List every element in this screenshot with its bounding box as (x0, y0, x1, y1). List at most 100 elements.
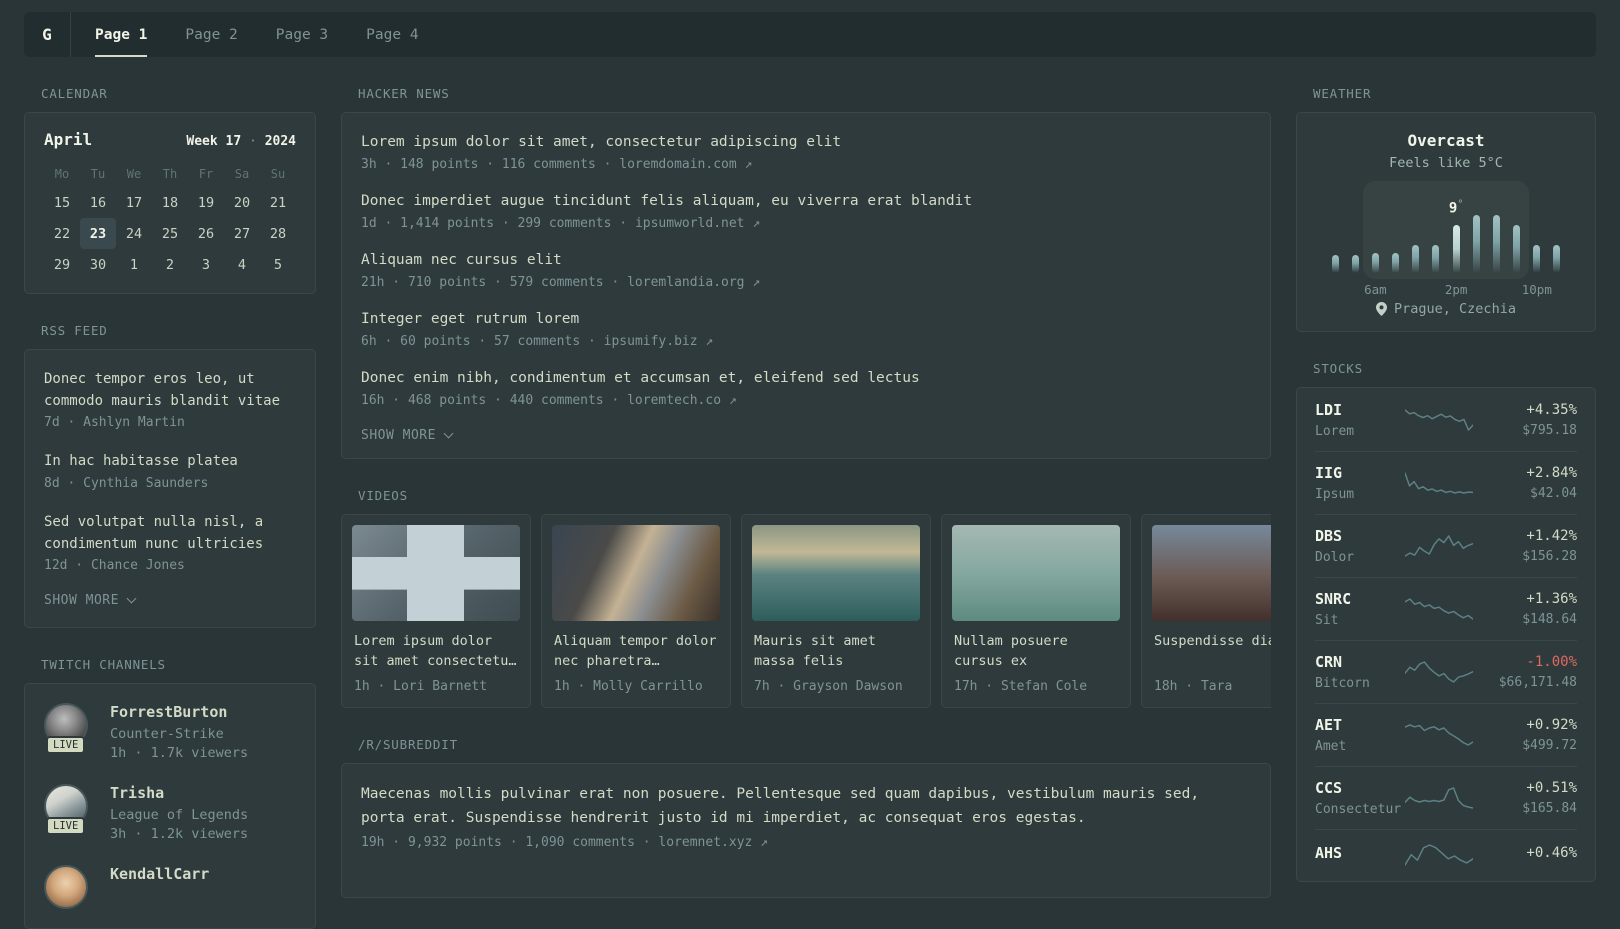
page-tab-label: Page 2 (185, 26, 238, 43)
external-link-arrow-icon: ↗ (744, 157, 753, 173)
rss-widget: RSS FEED Donec tempor eros leo, ut commo… (24, 323, 316, 629)
video-title-link[interactable]: Nullam posuere cursus ex (954, 631, 1118, 672)
stock-row[interactable]: CCS Consectetur +0.51% $165.84 (1315, 766, 1577, 829)
stock-row[interactable]: SNRC Sit +1.36% $148.64 (1315, 577, 1577, 640)
hackernews-item-domain-link[interactable]: loremdomain.com (619, 157, 736, 172)
video-card[interactable]: Nullam posuere cursus ex 17h · Stefan Co… (941, 514, 1131, 709)
hackernews-item-domain-link[interactable]: loremtech.co (627, 393, 721, 408)
video-thumbnail[interactable] (952, 525, 1120, 622)
calendar-day: 5 (273, 256, 283, 273)
video-thumbnail[interactable] (1152, 525, 1271, 622)
page-tab-label: Page 1 (95, 26, 148, 43)
video-card[interactable]: Lorem ipsum dolor sit amet consectetu… 1… (341, 514, 531, 709)
video-title-link[interactable]: Lorem ipsum dolor sit amet consectetu… (354, 631, 518, 672)
stock-change-percent: +0.92% (1526, 717, 1577, 733)
weather-hour-label: 6am (1364, 282, 1387, 297)
page-tab[interactable]: Page 3 (276, 12, 328, 57)
video-thumbnail[interactable] (352, 525, 520, 622)
stock-id: CRN Bitcorn (1315, 653, 1405, 691)
video-thumbnail[interactable] (552, 525, 720, 622)
stock-id: DBS Dolor (1315, 527, 1405, 565)
calendar-day: 25 (161, 225, 179, 242)
twitch-channel-name[interactable]: Trisha (110, 784, 248, 802)
external-link-arrow-icon: ↗ (752, 216, 761, 232)
app-logo[interactable]: G (24, 12, 71, 57)
calendar-weekday: Tu (90, 167, 106, 181)
page-tab[interactable]: Page 2 (185, 12, 237, 57)
twitch-channel-row[interactable]: LIVE KendallCarr (44, 865, 296, 910)
video-title-link[interactable]: Mauris sit amet massa felis (754, 631, 918, 672)
subreddit-post-meta: 19h · 9,932 points · 1,090 comments · lo… (361, 835, 1251, 850)
calendar-weekday: Su (270, 167, 286, 181)
video-card[interactable]: Aliquam tempor dolor nec pharetra… 1h · … (541, 514, 731, 709)
video-card[interactable]: Suspendisse diam 18h · Tara (1141, 514, 1271, 709)
video-title-link[interactable]: Aliquam tempor dolor nec pharetra… (554, 631, 718, 672)
rss-item-title-link[interactable]: Donec tempor eros leo, ut commodo mauris… (44, 369, 296, 412)
hackernews-item-title-link[interactable]: Lorem ipsum dolor sit amet, consectetur … (361, 132, 1251, 153)
stock-row[interactable]: IIG Ipsum +2.84% $42.04 (1315, 451, 1577, 514)
stock-price: $499.72 (1522, 738, 1577, 753)
external-link-arrow-icon: ↗ (705, 334, 714, 350)
hackernews-item-domain-link[interactable]: ipsumify.biz (604, 334, 698, 349)
chevron-down-icon (126, 593, 137, 604)
avatar (44, 865, 88, 910)
calendar-day: 17 (125, 194, 143, 211)
stock-row[interactable]: CRN Bitcorn -1.00% $66,171.48 (1315, 640, 1577, 703)
twitch-channel-category[interactable]: Counter-Strike (110, 726, 248, 742)
video-thumbnail[interactable] (752, 525, 920, 622)
twitch-channel-row[interactable]: LIVE Trisha League of Legends 3h · 1.2k … (44, 784, 296, 842)
twitch-channel-name[interactable]: ForrestBurton (110, 703, 248, 721)
twitch-channel-category[interactable]: League of Legends (110, 807, 248, 823)
weather-temp-bar (1513, 225, 1521, 273)
weather-temp-bar (1472, 215, 1480, 273)
twitch-channel-info: Trisha League of Legends 3h · 1.2k viewe… (110, 784, 248, 842)
weather-temp-bar (1412, 245, 1420, 273)
rss-item-meta: 8d · Cynthia Saunders (44, 476, 209, 492)
stock-sparkline-chart (1404, 722, 1474, 748)
weather-hour-cell: 9° (1406, 213, 1426, 273)
twitch-channel-name[interactable]: KendallCarr (110, 865, 209, 883)
stock-id: SNRC Sit (1315, 590, 1405, 628)
rss-show-more-button[interactable]: SHOW MORE (44, 593, 296, 608)
subreddit-post-domain-link[interactable]: loremnet.xyz (658, 835, 752, 850)
hackernews-item-domain-link[interactable]: ipsumworld.net (635, 216, 745, 231)
weather-temp-bar (1371, 253, 1379, 273)
video-card[interactable]: Mauris sit amet massa felis 7h · Grayson… (741, 514, 931, 709)
calendar-day: 22 (53, 225, 71, 242)
weather-hour-cell: 9° 10pm (1522, 213, 1552, 297)
calendar-day: 20 (233, 194, 251, 211)
hackernews-item-title-link[interactable]: Integer eget rutrum lorem (361, 309, 1251, 330)
stock-values: +1.36% $148.64 (1473, 591, 1577, 627)
weather-temp-bar (1432, 245, 1440, 273)
stock-row[interactable]: LDI Lorem +4.35% $795.18 (1315, 389, 1577, 451)
rss-item: Donec tempor eros leo, ut commodo mauris… (44, 369, 296, 430)
stock-name: Lorem (1315, 424, 1355, 439)
page-tab[interactable]: Page 4 (366, 12, 418, 57)
hackernews-item-domain-link[interactable]: loremlandia.org (627, 275, 744, 290)
calendar-weekday: Mo (54, 167, 70, 181)
video-meta: 7h · Grayson Dawson (754, 679, 903, 695)
hackernews-item-title-link[interactable]: Donec imperdiet augue tincidunt felis al… (361, 191, 1251, 212)
video-title-link[interactable]: Suspendisse diam (1154, 631, 1271, 672)
hackernews-item-title-link[interactable]: Aliquam nec cursus elit (361, 250, 1251, 271)
page-tab[interactable]: Page 1 (95, 12, 148, 57)
twitch-channel-row[interactable]: LIVE ForrestBurton Counter-Strike 1h · 1… (44, 703, 296, 761)
stock-ticker: AET (1315, 716, 1343, 734)
rss-item-title-link[interactable]: Sed volutpat nulla nisl, a condimentum n… (44, 512, 296, 555)
stock-row[interactable]: AHS +0.46% (1315, 829, 1577, 880)
stock-row[interactable]: DBS Dolor +1.42% $156.28 (1315, 514, 1577, 577)
calendar-widget-title: CALENDAR (41, 86, 108, 101)
hackernews-item-meta: 3h · 148 points · 116 comments · loremdo… (361, 157, 1251, 172)
calendar-day: 27 (233, 225, 251, 242)
external-link-arrow-icon: ↗ (728, 393, 737, 409)
stock-change-percent: +0.46% (1526, 844, 1577, 861)
subreddit-post-title-link[interactable]: Maecenas mollis pulvinar erat non posuer… (361, 783, 1211, 831)
weather-widget-title: WEATHER (1313, 86, 1372, 101)
hackernews-show-more-button[interactable]: SHOW MORE (361, 428, 1251, 443)
weather-temp-bar (1553, 245, 1561, 273)
calendar-day: 3 (201, 256, 211, 273)
stock-values: +0.51% $165.84 (1473, 780, 1577, 816)
stock-row[interactable]: AET Amet +0.92% $499.72 (1315, 703, 1577, 766)
rss-item-title-link[interactable]: In hac habitasse platea (44, 451, 296, 473)
hackernews-item-title-link[interactable]: Donec enim nibh, condimentum et accumsan… (361, 368, 1251, 389)
